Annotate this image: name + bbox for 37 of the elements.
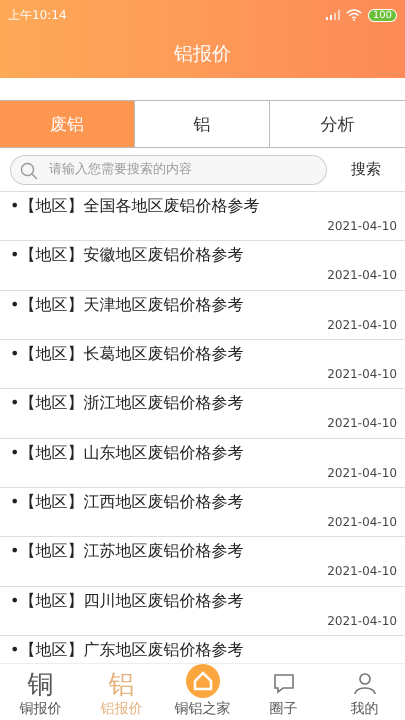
- user-icon: [352, 670, 378, 696]
- item-title: •【地区】江西地区废铝价格参考: [10, 492, 244, 513]
- battery-level: 100: [368, 8, 397, 22]
- item-title: •【地区】山东地区废铝价格参考: [10, 442, 244, 464]
- search-button[interactable]: 搜索: [337, 160, 395, 179]
- wifi-icon: [346, 9, 362, 21]
- nav-tab[interactable]: 铜 铜报价: [0, 664, 81, 720]
- item-title: •【地区】浙江地区废铝价格参考: [10, 393, 244, 414]
- item-title: •【地区】天津地区废铝价格参考: [10, 294, 244, 316]
- item-date: 2021-04-10: [327, 366, 397, 381]
- page-title: 铝报价: [174, 42, 231, 67]
- item-title: •【地区】江苏地区废铝价格参考: [10, 541, 244, 562]
- item-date: 2021-04-10: [327, 416, 397, 430]
- list-item[interactable]: •【地区】天津地区废铝价格参考 2021-04-10: [0, 290, 405, 340]
- item-date: 2021-04-10: [327, 268, 397, 282]
- search-field[interactable]: 请输入您需要搜索的内容: [10, 154, 327, 184]
- item-title: •【地区】安徽地区废铝价格参考: [10, 245, 244, 266]
- item-title: •【地区】四川地区废铝价格参考: [10, 590, 244, 612]
- item-date: 2021-04-10: [327, 219, 397, 233]
- list-item[interactable]: •【地区】四川地区废铝价格参考 2021-04-10: [0, 586, 405, 636]
- item-title: •【地区】长葛地区废铝价格参考: [10, 344, 244, 365]
- item-date: 2021-04-10: [327, 514, 397, 529]
- list-item[interactable]: •【地区】山东地区废铝价格参考 2021-04-10: [0, 438, 405, 488]
- item-title: •【地区】广东地区废铝价格参考: [10, 640, 244, 661]
- item-date: 2021-04-10: [327, 318, 397, 332]
- status-time: 上午10:14: [8, 6, 67, 24]
- signal-icon: [326, 10, 340, 20]
- item-title: •【地区】全国各地区废铝价格参考: [10, 196, 260, 217]
- nav-tab[interactable]: 圈子: [243, 664, 324, 720]
- nav-tab[interactable]: 我的: [324, 664, 405, 720]
- nav-tab[interactable]: 铜铝之家: [162, 664, 243, 720]
- item-date: 2021-04-10: [327, 614, 397, 628]
- nav-glyph: 铜: [28, 670, 54, 700]
- item-date: 2021-04-10: [327, 564, 397, 578]
- item-date: 2021-04-10: [327, 466, 397, 480]
- search-icon: [20, 162, 38, 180]
- nav-glyph: 铝: [108, 670, 134, 700]
